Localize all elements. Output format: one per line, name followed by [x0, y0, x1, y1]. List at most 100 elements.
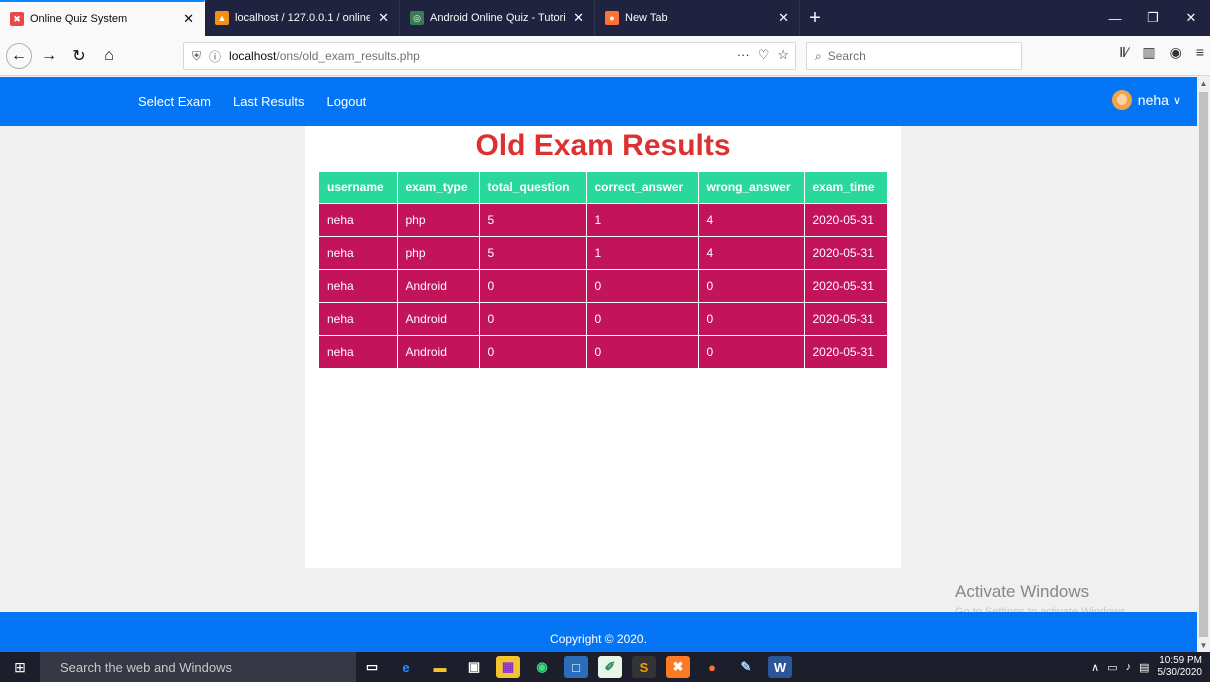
cell-total-question: 5	[479, 235, 587, 269]
tab-title: New Tab	[625, 12, 668, 24]
results-table: username exam_type total_question correc…	[319, 172, 887, 368]
reload-button[interactable]: ↻	[66, 43, 92, 69]
tray-expand-icon[interactable]: ∧	[1091, 661, 1099, 674]
library-icon[interactable]: Ⅱ∕	[1119, 44, 1128, 61]
new-tab-button[interactable]: +	[800, 0, 830, 36]
col-exam-time: exam_time	[804, 172, 887, 203]
site-header: Select Exam Last Results Logout neha ∨	[0, 77, 1197, 126]
cell-wrong-answer: 0	[698, 268, 805, 302]
scroll-down-icon[interactable]: ▼	[1197, 639, 1210, 652]
close-tab-icon[interactable]: ✕	[573, 10, 584, 26]
nav-logout[interactable]: Logout	[327, 94, 367, 109]
user-menu[interactable]: neha ∨	[1111, 90, 1181, 110]
table-header-row: username exam_type total_question correc…	[319, 172, 887, 203]
tab-online-quiz-system[interactable]: ✖ Online Quiz System ✕	[0, 0, 205, 36]
scroll-up-icon[interactable]: ▲	[1197, 77, 1210, 90]
clock[interactable]: 10:59 PM 5/30/2020	[1158, 655, 1203, 679]
col-total-question: total_question	[479, 172, 587, 203]
table-row: neha Android 0 0 0 2020-05-31	[319, 334, 887, 368]
tab-android-quiz[interactable]: ◎ Android Online Quiz - Tutorials ✕	[400, 0, 595, 36]
restore-icon[interactable]: ❐	[1134, 0, 1172, 36]
tab-new-tab[interactable]: ● New Tab ✕	[595, 0, 800, 36]
file-explorer-icon[interactable]: ▬	[428, 656, 452, 678]
home-button[interactable]: ⌂	[96, 43, 122, 69]
taskbar-search-input[interactable]: Search the web and Windows	[40, 652, 356, 682]
cell-wrong-answer: 0	[698, 301, 805, 335]
page-actions-icon[interactable]: ···	[737, 47, 750, 63]
cell-username: neha	[319, 235, 398, 269]
close-tab-icon[interactable]: ✕	[183, 11, 194, 27]
tab-title: localhost / 127.0.0.1 / online_q	[235, 12, 371, 24]
quiz-favicon-icon: ✖	[10, 12, 24, 26]
username: neha	[1137, 92, 1169, 108]
cell-exam-time: 2020-05-31	[804, 334, 887, 368]
clock-date: 5/30/2020	[1157, 667, 1203, 678]
search-input[interactable]: ⌕ Search	[806, 42, 1022, 70]
clock-time: 10:59 PM	[1159, 655, 1202, 666]
notepad-icon[interactable]: ✐	[598, 656, 622, 678]
address-bar[interactable]: ⛨ ⓘ localhost/ons/old_exam_results.php ·…	[183, 42, 796, 70]
cell-total-question: 5	[479, 202, 587, 236]
col-exam-type: exam_type	[397, 172, 480, 203]
cell-username: neha	[319, 268, 398, 302]
cell-correct-answer: 0	[586, 268, 699, 302]
taskbar-apps: ▭ e ▬ ▣ ▦ ◉ □ ✐ S ✖ ● ✎ W	[360, 652, 792, 682]
nav-select-exam[interactable]: Select Exam	[138, 94, 211, 109]
site-info-icon[interactable]: ⓘ	[209, 48, 221, 65]
page-title: Old Exam Results	[475, 129, 731, 162]
col-wrong-answer: wrong_answer	[698, 172, 805, 203]
sublime-icon[interactable]: S	[632, 656, 656, 678]
content-panel: Old Exam Results username exam_type tota…	[305, 126, 901, 568]
menu-icon[interactable]: ≡	[1196, 44, 1204, 61]
toolbar-right: Ⅱ∕ ▥ ◉ ≡	[1119, 44, 1204, 61]
forward-button[interactable]: →	[36, 43, 62, 69]
app-icon[interactable]: □	[564, 656, 588, 678]
browser-tab-strip: ✖ Online Quiz System ✕ ▲ localhost / 127…	[0, 0, 1210, 36]
cell-total-question: 0	[479, 334, 587, 368]
paint-icon[interactable]: ✎	[734, 656, 758, 678]
back-button[interactable]: ←	[6, 42, 32, 69]
site-footer: Copyright © 2020.	[0, 612, 1197, 652]
window-controls: — ❐ ✕	[1096, 0, 1210, 36]
url-text[interactable]: localhost/ons/old_exam_results.php	[229, 49, 420, 63]
account-icon[interactable]: ◉	[1170, 44, 1182, 61]
col-correct-answer: correct_answer	[586, 172, 699, 203]
page-scrollbar[interactable]: ▲ ▼	[1197, 77, 1210, 652]
sidebar-icon[interactable]: ▥	[1142, 44, 1155, 61]
nav-last-results[interactable]: Last Results	[233, 94, 305, 109]
copyright-text: Copyright © 2020.	[550, 632, 647, 646]
tab-phpmyadmin[interactable]: ▲ localhost / 127.0.0.1 / online_q ✕	[205, 0, 400, 36]
android-studio-icon[interactable]: ◉	[530, 656, 554, 678]
task-view-icon[interactable]: ▭	[360, 656, 384, 678]
start-button[interactable]: ⊞	[0, 652, 40, 682]
table-row: neha Android 0 0 0 2020-05-31	[319, 301, 887, 335]
firefox-icon[interactable]: ●	[700, 656, 724, 678]
close-window-icon[interactable]: ✕	[1172, 0, 1210, 36]
xampp-icon[interactable]: ✖	[666, 656, 690, 678]
cell-exam-time: 2020-05-31	[804, 301, 887, 335]
pocket-icon[interactable]: ♡	[758, 47, 770, 63]
cell-exam-type: php	[397, 202, 480, 236]
volume-icon[interactable]: ♪	[1126, 661, 1132, 673]
close-tab-icon[interactable]: ✕	[378, 10, 389, 26]
tracking-shield-icon[interactable]: ⛨	[192, 49, 201, 64]
cell-wrong-answer: 4	[698, 235, 805, 269]
edge-icon[interactable]: e	[394, 656, 418, 678]
network-icon[interactable]: ▭	[1107, 661, 1117, 674]
minimize-icon[interactable]: —	[1096, 0, 1134, 36]
cell-wrong-answer: 0	[698, 334, 805, 368]
tab-title: Online Quiz System	[30, 13, 128, 25]
store-icon[interactable]: ▣	[462, 656, 486, 678]
bookmark-star-icon[interactable]: ☆	[777, 47, 789, 63]
table-row: neha php 5 1 4 2020-05-31	[319, 202, 887, 236]
word-icon[interactable]: W	[768, 656, 792, 678]
winrar-icon[interactable]: ▦	[496, 656, 520, 678]
close-tab-icon[interactable]: ✕	[778, 10, 789, 26]
cell-exam-time: 2020-05-31	[804, 202, 887, 236]
url-actions: ··· ♡ ☆	[737, 47, 789, 63]
scrollbar-thumb[interactable]	[1199, 92, 1208, 637]
notifications-icon[interactable]: ▤	[1139, 661, 1149, 674]
col-username: username	[319, 172, 398, 203]
browser-toolbar: ← → ↻ ⌂ ⛨ ⓘ localhost/ons/old_exam_resul…	[0, 36, 1210, 76]
cell-username: neha	[319, 202, 398, 236]
